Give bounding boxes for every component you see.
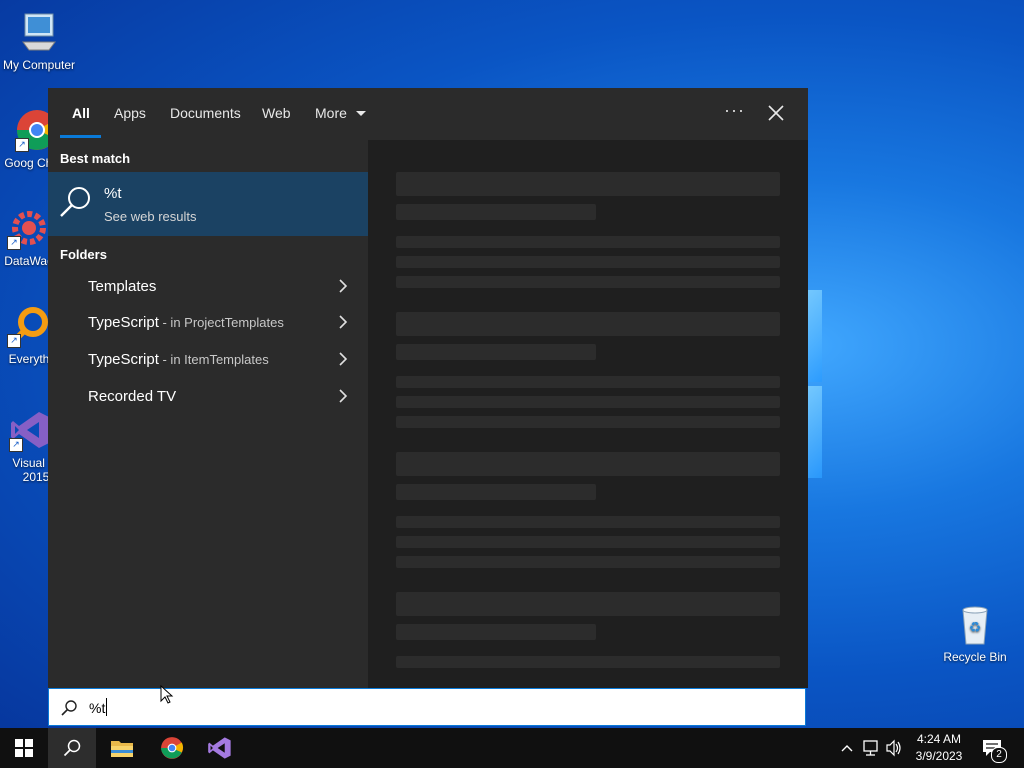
- loading-placeholder: [396, 236, 780, 248]
- search-tabs-bar: All Apps Documents Web More ···: [48, 88, 808, 140]
- desktop-icon-recycle-bin[interactable]: ♻ Recycle Bin: [937, 602, 1013, 664]
- ellipsis-icon[interactable]: ···: [724, 100, 745, 121]
- tab-all[interactable]: All: [72, 105, 90, 121]
- taskbar-file-explorer[interactable]: [98, 728, 146, 768]
- clock[interactable]: 4:24 AM 3/9/2023: [910, 728, 968, 768]
- loading-placeholder: [396, 172, 780, 196]
- taskbar-chrome[interactable]: [148, 728, 196, 768]
- shortcut-arrow-icon: ↗: [7, 334, 21, 348]
- shortcut-arrow-icon: ↗: [15, 138, 29, 152]
- tab-documents[interactable]: Documents: [170, 105, 241, 121]
- loading-placeholder: [396, 396, 780, 408]
- folder-item-label: Recorded TV: [88, 388, 176, 405]
- notification-count-badge: 2: [991, 747, 1007, 763]
- start-button[interactable]: [0, 728, 48, 768]
- shortcut-arrow-icon: ↗: [9, 438, 23, 452]
- svg-text:♻: ♻: [969, 620, 982, 636]
- desktop-logo-pane: [808, 386, 822, 478]
- folder-item[interactable]: Templates: [48, 269, 368, 303]
- network-icon[interactable]: [862, 728, 880, 768]
- chevron-right-icon: [339, 389, 348, 403]
- search-icon: [60, 187, 90, 217]
- desktop-icon-my-computer[interactable]: My Computer: [1, 10, 77, 72]
- search-icon: [63, 739, 81, 757]
- loading-placeholder: [396, 344, 596, 360]
- loading-placeholder: [396, 516, 780, 528]
- chevron-right-icon: [339, 352, 348, 366]
- folder-item-label: TypeScript - in ItemTemplates: [88, 351, 269, 368]
- desktop-icon-label: Recycle Bin: [943, 650, 1007, 664]
- taskbar-visual-studio[interactable]: [196, 728, 244, 768]
- folder-item[interactable]: TypeScript - in ProjectTemplates: [48, 305, 368, 339]
- folder-location: - in ItemTemplates: [158, 352, 269, 367]
- visual-studio-icon: ↗: [9, 408, 53, 452]
- best-match-heading: Best match: [60, 151, 131, 166]
- tab-web[interactable]: Web: [262, 105, 291, 121]
- loading-placeholder: [396, 624, 596, 640]
- tab-apps[interactable]: Apps: [114, 105, 146, 121]
- chrome-icon: [161, 737, 183, 759]
- folder-item[interactable]: Recorded TV: [48, 379, 368, 413]
- windows-start-icon: [15, 739, 33, 757]
- folder-name: Templates: [88, 278, 157, 295]
- tab-more-label: More: [315, 105, 347, 121]
- folders-heading: Folders: [60, 247, 107, 262]
- clock-time: 4:24 AM: [916, 732, 962, 746]
- chevron-right-icon: [339, 279, 348, 293]
- loading-placeholder: [396, 484, 596, 500]
- folder-location: - in ProjectTemplates: [158, 315, 284, 330]
- volume-icon[interactable]: [885, 728, 903, 768]
- visual-studio-icon: [208, 737, 231, 759]
- magnifier-icon: ↗: [7, 304, 51, 348]
- loading-placeholder: [396, 656, 780, 668]
- results-list: Best match %t See web results Folders Te…: [48, 140, 368, 688]
- folder-name: Recorded TV: [88, 388, 177, 405]
- loading-placeholder: [396, 536, 780, 548]
- folder-item-label: Templates: [88, 278, 156, 295]
- folder-item-label: TypeScript - in ProjectTemplates: [88, 314, 284, 331]
- taskbar-search-button[interactable]: [48, 728, 96, 768]
- loading-placeholder: [396, 376, 780, 388]
- file-explorer-icon: [111, 741, 133, 757]
- shortcut-arrow-icon: ↗: [7, 236, 21, 250]
- best-match-item[interactable]: %t See web results: [48, 172, 368, 236]
- folder-name: TypeScript: [88, 351, 159, 368]
- mouse-cursor-icon: [160, 685, 174, 704]
- best-match-subtitle: See web results: [104, 209, 197, 224]
- preview-pane-loading: [368, 140, 808, 688]
- action-center-button[interactable]: 2: [982, 728, 1010, 768]
- clock-date: 3/9/2023: [915, 749, 963, 763]
- chevron-down-icon: [355, 111, 366, 116]
- computer-icon: [17, 10, 61, 54]
- loading-placeholder: [396, 312, 780, 336]
- text-caret: [106, 698, 107, 716]
- gear-icon: ↗: [7, 206, 51, 250]
- loading-placeholder: [396, 416, 780, 428]
- search-panel: All Apps Documents Web More ··· Best mat…: [48, 88, 808, 688]
- loading-placeholder: [396, 556, 780, 568]
- desktop-logo-pane: [808, 290, 822, 382]
- chevron-up-icon[interactable]: [840, 728, 854, 768]
- folder-item[interactable]: TypeScript - in ItemTemplates: [48, 342, 368, 376]
- taskbar: 4:24 AM 3/9/2023 2: [0, 728, 1024, 768]
- loading-placeholder: [396, 592, 780, 616]
- best-match-title: %t: [104, 185, 122, 202]
- search-icon: [61, 700, 77, 716]
- loading-placeholder: [396, 256, 780, 268]
- search-input-value: %t: [89, 700, 106, 716]
- chevron-right-icon: [339, 315, 348, 329]
- desktop-icon-label: My Computer: [2, 58, 76, 72]
- close-icon[interactable]: [768, 105, 784, 121]
- loading-placeholder: [396, 452, 780, 476]
- active-tab-indicator: [60, 135, 101, 138]
- folder-name: TypeScript: [88, 314, 159, 331]
- loading-placeholder: [396, 204, 596, 220]
- tab-more[interactable]: More: [315, 105, 367, 121]
- recycle-bin-icon: ♻: [953, 602, 997, 646]
- loading-placeholder: [396, 276, 780, 288]
